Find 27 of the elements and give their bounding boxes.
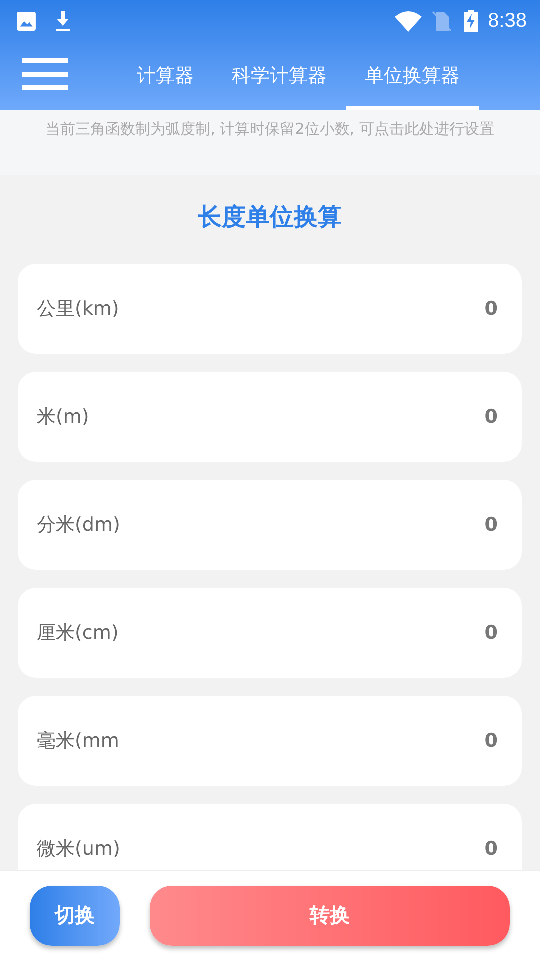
unit-value: 0 xyxy=(484,298,498,320)
unit-value: 0 xyxy=(484,730,498,752)
unit-value: 0 xyxy=(484,406,498,428)
menu-icon[interactable] xyxy=(22,58,68,90)
switch-button[interactable]: 切换 xyxy=(30,886,120,946)
unit-label: 毫米(mm xyxy=(37,729,120,754)
unit-label: 微米(um) xyxy=(37,837,120,862)
page-title: 长度单位换算 xyxy=(197,202,343,233)
unit-value: 0 xyxy=(484,622,498,644)
unit-value: 0 xyxy=(484,514,498,536)
unit-label: 分米(dm) xyxy=(37,513,120,538)
clock: 8:38 xyxy=(488,10,527,32)
battery-icon xyxy=(464,10,478,32)
image-icon xyxy=(16,10,37,32)
unit-label: 米(m) xyxy=(37,405,90,430)
unit-row[interactable]: 厘米(cm) 0 xyxy=(18,588,522,678)
unit-row[interactable]: 微米(um) 0 xyxy=(18,804,522,870)
unit-row[interactable]: 米(m) 0 xyxy=(18,372,522,462)
download-icon xyxy=(54,10,72,32)
unit-label: 公里(km) xyxy=(37,297,120,322)
wifi-icon xyxy=(395,10,422,32)
unit-label: 厘米(cm) xyxy=(37,621,119,646)
unit-row[interactable]: 公里(km) 0 xyxy=(18,264,522,354)
no-sim-icon xyxy=(432,10,452,32)
unit-value: 0 xyxy=(484,838,498,860)
unit-row[interactable]: 分米(dm) 0 xyxy=(18,480,522,570)
unit-row[interactable]: 毫米(mm 0 xyxy=(18,696,522,786)
